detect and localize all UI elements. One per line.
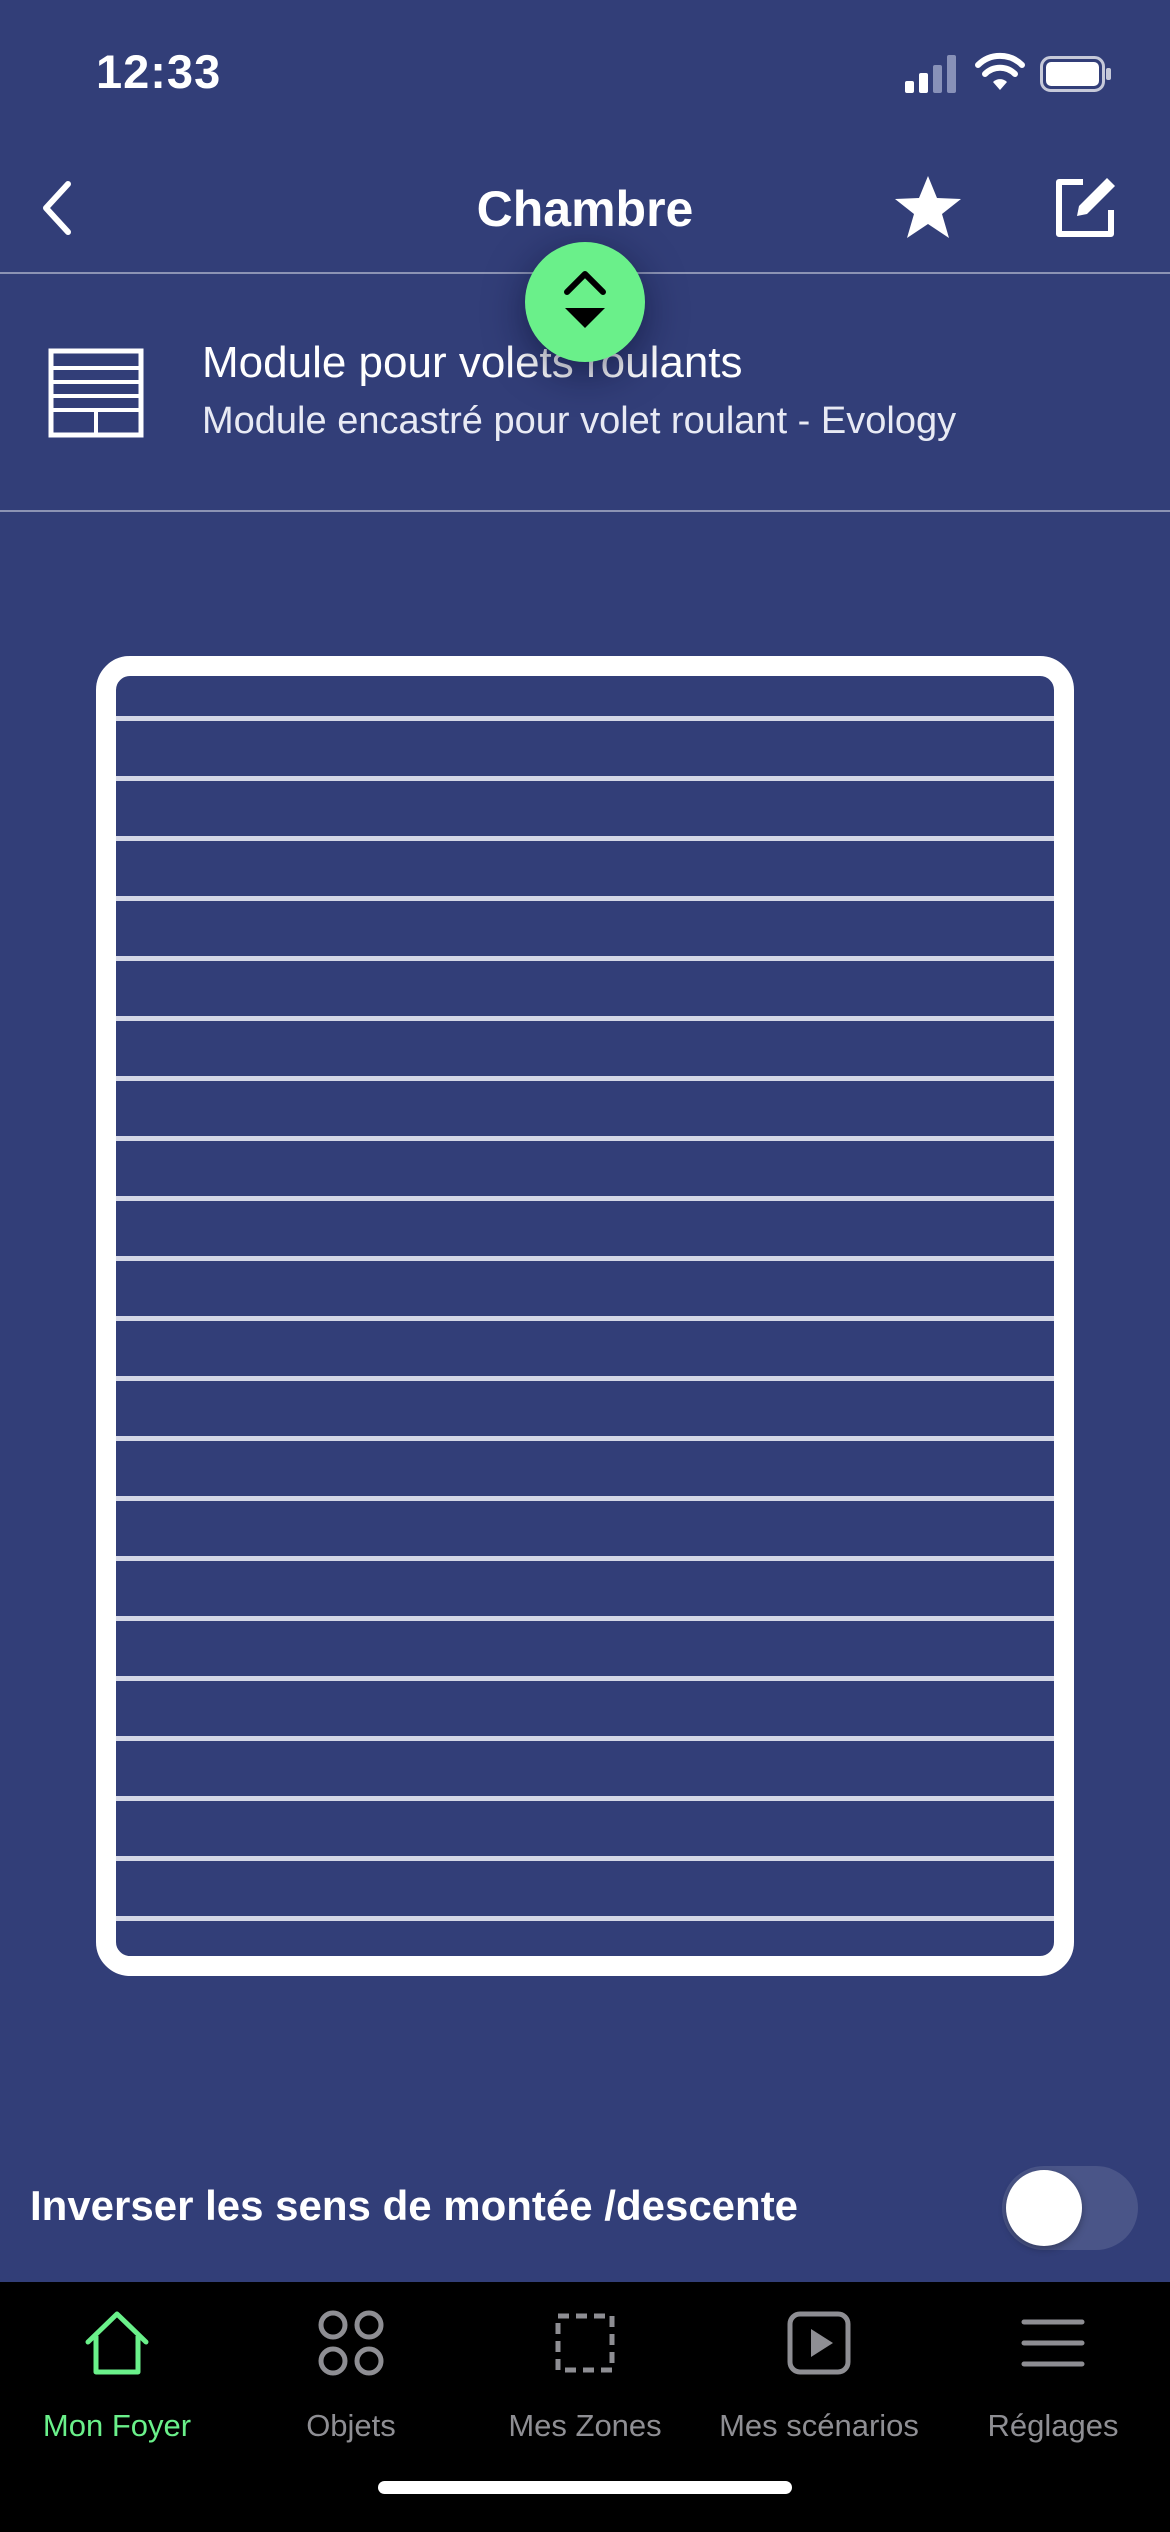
shutter-slat [116, 956, 1054, 961]
house-icon [85, 2311, 149, 2375]
invert-direction-label: Inverser les sens de montée /descente [30, 2182, 799, 2229]
tab-mon-foyer[interactable]: Mon Foyer [0, 2282, 234, 2472]
shutter-slat [116, 1616, 1054, 1621]
tab-mes-zones[interactable]: Mes Zones [468, 2282, 702, 2472]
device-description: Module encastré pour volet roulant - Evo… [202, 400, 957, 442]
shutter-slat [116, 776, 1054, 781]
cellular-signal-icon [905, 55, 957, 93]
shutter-slat [116, 1316, 1054, 1321]
dashed-square-icon [555, 2313, 615, 2373]
shutter-slat [116, 896, 1054, 901]
menu-icon [1021, 2319, 1085, 2367]
tab-label: Mon Foyer [42, 2408, 192, 2443]
home-indicator [378, 2481, 792, 2494]
invert-direction-toggle[interactable] [1002, 2166, 1138, 2250]
invert-direction-setting: Inverser les sens de montée /descente [0, 2160, 1170, 2280]
roller-shutter-icon [48, 348, 144, 438]
edit-icon[interactable] [1053, 176, 1117, 240]
tab-bar: Mon Foyer Objets Mes Zones Mes scénarios… [0, 2282, 1170, 2532]
shutter-slat [116, 1856, 1054, 1861]
tab-objets[interactable]: Objets [234, 2282, 468, 2472]
shutter-slat [116, 1256, 1054, 1261]
shutter-slat [116, 1436, 1054, 1441]
shutter-slat [116, 1196, 1054, 1201]
shutter-slat [116, 1676, 1054, 1681]
tab-label: Mes Zones [508, 2408, 662, 2443]
shutter-slat [116, 1496, 1054, 1501]
page-title: Chambre [476, 181, 694, 237]
shutter-slat [116, 1556, 1054, 1561]
shutter-slat [116, 1016, 1054, 1021]
shutter-slat [116, 1076, 1054, 1081]
shutter-slat [116, 716, 1054, 721]
shutter-slat [116, 1916, 1054, 1921]
toggle-knob [1006, 2170, 1082, 2246]
wifi-icon [975, 52, 1025, 90]
battery-icon [1040, 56, 1111, 92]
status-time: 12:33 [96, 45, 222, 98]
tab-label: Mes scénarios [719, 2408, 919, 2443]
tab-label: Réglages [987, 2408, 1119, 2443]
shutter-slat [116, 836, 1054, 841]
tab-mes-scenarios[interactable]: Mes scénarios [702, 2282, 936, 2472]
shutter-slat [116, 1796, 1054, 1801]
up-down-arrows-icon [564, 271, 606, 328]
favorite-star-icon[interactable] [893, 173, 963, 243]
play-square-icon [787, 2311, 851, 2375]
status-bar: 12:33 [0, 0, 1170, 140]
tab-label: Objets [306, 2408, 396, 2443]
shutter-slat [116, 1136, 1054, 1141]
shutter-slat [116, 1376, 1054, 1381]
circles-grid-icon [318, 2310, 384, 2376]
device-name: Module pour volets roulants [202, 338, 743, 387]
tab-reglages[interactable]: Réglages [936, 2282, 1170, 2472]
shutter-position-control[interactable] [96, 656, 1074, 1976]
up-down-control-button[interactable] [525, 242, 645, 362]
shutter-slat [116, 1736, 1054, 1741]
